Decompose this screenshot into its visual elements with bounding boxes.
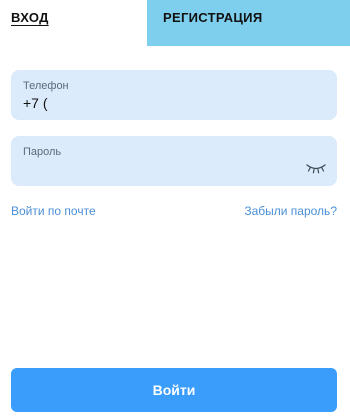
tab-login[interactable]: ВХОД (0, 0, 147, 46)
phone-label: Телефон (23, 80, 69, 92)
login-button[interactable]: Войти (11, 368, 337, 412)
auth-tabs: ВХОД РЕГИСТРАЦИЯ (0, 0, 350, 46)
phone-field[interactable]: Телефон +7 ( (11, 70, 337, 120)
password-field[interactable]: Пароль (11, 136, 337, 186)
forgot-password-link[interactable]: Забыли пароль? (244, 204, 337, 218)
tab-login-label: ВХОД (11, 10, 49, 25)
phone-input[interactable]: +7 ( (23, 95, 48, 111)
login-by-email-link[interactable]: Войти по почте (11, 204, 96, 218)
tab-register-label: РЕГИСТРАЦИЯ (163, 10, 263, 25)
eye-closed-icon[interactable] (305, 162, 327, 174)
tab-register[interactable]: РЕГИСТРАЦИЯ (147, 0, 350, 46)
password-label: Пароль (23, 146, 62, 158)
auth-links: Войти по почте Забыли пароль? (11, 204, 337, 220)
